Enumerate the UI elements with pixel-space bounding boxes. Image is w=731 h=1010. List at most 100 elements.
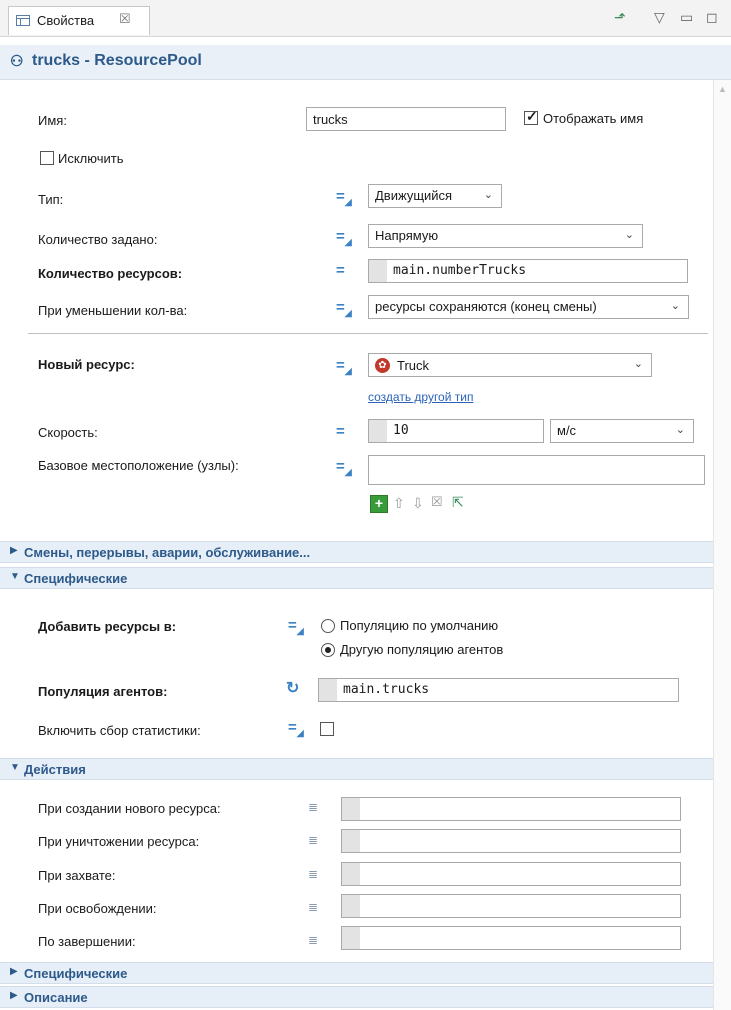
resource-count-field[interactable]: main.numberTrucks [368, 259, 688, 283]
action-label: По завершении: [38, 934, 136, 949]
speed-value: 10 [393, 423, 409, 438]
stats-checkbox[interactable] [320, 722, 334, 736]
count-mode-select[interactable]: Напрямую ⌄ [368, 224, 643, 248]
code-icon: ≣ [308, 933, 319, 947]
on-finish-field[interactable] [341, 926, 681, 950]
resource-count-value: main.numberTrucks [393, 263, 527, 278]
static-value-icon[interactable]: =◢ [288, 617, 304, 637]
exclude-checkbox[interactable] [40, 151, 54, 165]
new-resource-value: Truck [397, 358, 430, 373]
select-on-graph-icon[interactable]: ⇱ [452, 494, 464, 511]
field-gutter [319, 679, 337, 701]
delete-icon[interactable]: ☒ [431, 494, 443, 510]
stats-label: Включить сбор статистики: [38, 723, 201, 738]
maximize-icon[interactable]: ◻ [706, 9, 718, 26]
field-gutter [369, 260, 387, 282]
section-title: Смены, перерывы, аварии, обслуживание... [24, 545, 311, 560]
section-title: Описание [24, 990, 88, 1005]
static-value-icon[interactable]: =◢ [336, 188, 352, 208]
section-specific[interactable]: ▼ Специфические [0, 567, 713, 589]
on-decrease-select[interactable]: ресурсы сохраняются (конец смены) ⌄ [368, 295, 689, 319]
chevron-down-icon: ⌄ [670, 300, 680, 312]
tab-label: Свойства [37, 13, 95, 28]
resource-count-label: Количество ресурсов: [38, 266, 183, 281]
create-type-link[interactable]: создать другой тип [368, 390, 473, 404]
collapse-icon: ▼ [10, 762, 20, 773]
agent-type-icon: ✿ [375, 358, 390, 373]
on-release-field[interactable] [341, 894, 681, 918]
new-resource-label: Новый ресурс: [38, 357, 135, 372]
resource-pool-icon: ⚇ [10, 53, 24, 70]
radio-other-label: Другую популяцию агентов [340, 642, 504, 657]
radio-default-label: Популяцию по умолчанию [340, 618, 499, 633]
add-icon[interactable]: + [370, 495, 388, 513]
population-label: Популяция агентов: [38, 684, 168, 699]
new-resource-select[interactable]: ✿ Truck ⌄ [368, 353, 652, 377]
tab-properties[interactable]: Свойства ☒ [8, 6, 150, 35]
speed-field[interactable]: 10 [368, 419, 544, 443]
chevron-down-icon: ⌄ [633, 358, 643, 370]
section-actions[interactable]: ▼ Действия [0, 758, 713, 780]
vertical-scrollbar[interactable]: ▲ [713, 80, 731, 1010]
show-name-label: Отображать имя [543, 111, 644, 126]
on-destroy-field[interactable] [341, 829, 681, 853]
home-location-list[interactable] [368, 455, 705, 485]
code-value-icon[interactable]: = [336, 262, 345, 279]
section-shifts[interactable]: ▶ Смены, перерывы, аварии, обслуживание.… [0, 541, 713, 563]
chevron-down-icon: ⌄ [483, 189, 493, 201]
field-gutter [342, 798, 360, 820]
expand-icon: ▶ [10, 545, 18, 556]
minimize-icon[interactable]: ▭ [680, 9, 693, 26]
scroll-up-icon[interactable]: ▲ [718, 84, 727, 94]
on-seize-field[interactable] [341, 862, 681, 886]
section-title: Действия [24, 762, 86, 777]
code-value-icon[interactable]: = [336, 423, 345, 440]
expand-icon: ▶ [10, 966, 18, 977]
speed-unit-select[interactable]: м/с ⌄ [550, 419, 694, 443]
field-gutter [342, 863, 360, 885]
static-value-icon[interactable]: =◢ [336, 357, 352, 377]
pin-icon[interactable]: ⬏ [614, 9, 626, 26]
radio-other-population[interactable] [321, 643, 335, 657]
code-icon: ≣ [308, 800, 319, 814]
static-value-icon[interactable]: =◢ [336, 299, 352, 319]
move-down-icon[interactable]: ⇩ [412, 495, 424, 512]
section-description[interactable]: ▶ Описание [0, 986, 713, 1008]
properties-icon [16, 15, 30, 26]
properties-header: ⚇ trucks - ResourcePool [0, 45, 731, 80]
page-title: trucks - ResourcePool [32, 52, 202, 69]
show-name-checkbox[interactable]: ✓ [524, 108, 538, 125]
name-field[interactable]: trucks [306, 107, 506, 131]
radio-default-population[interactable] [321, 619, 335, 633]
type-select[interactable]: Движущийся ⌄ [368, 184, 502, 208]
action-label: При уничтожении ресурса: [38, 834, 200, 849]
check-icon: ✓ [526, 108, 538, 124]
static-value-icon[interactable]: =◢ [336, 228, 352, 248]
name-label: Имя: [38, 113, 67, 128]
action-label: При создании нового ресурса: [38, 801, 221, 816]
code-icon: ≣ [308, 833, 319, 847]
field-gutter [342, 895, 360, 917]
tab-bar: Свойства ☒ ⬏ ▽ ▭ ◻ [0, 0, 731, 37]
code-icon: ≣ [308, 867, 319, 881]
view-menu-icon[interactable]: ▽ [654, 9, 665, 26]
divider [28, 333, 708, 334]
static-value-icon[interactable]: =◢ [288, 719, 304, 739]
action-label: При освобождении: [38, 901, 157, 916]
type-value: Движущийся [375, 188, 453, 203]
on-create-field[interactable] [341, 797, 681, 821]
chevron-down-icon: ⌄ [624, 229, 634, 241]
on-decrease-value: ресурсы сохраняются (конец смены) [375, 299, 597, 314]
population-field[interactable]: main.trucks [318, 678, 679, 702]
name-value: trucks [313, 112, 348, 127]
field-gutter [342, 927, 360, 949]
population-value: main.trucks [343, 682, 430, 697]
dynamic-value-icon[interactable]: ↻ [286, 678, 299, 698]
move-up-icon[interactable]: ⇧ [393, 495, 405, 512]
field-gutter [342, 830, 360, 852]
section-specific-2[interactable]: ▶ Специфические [0, 962, 713, 984]
section-title: Специфические [24, 966, 128, 981]
tab-close-icon[interactable]: ☒ [119, 11, 131, 27]
static-value-icon[interactable]: =◢ [336, 458, 352, 478]
speed-unit-value: м/с [557, 423, 577, 438]
